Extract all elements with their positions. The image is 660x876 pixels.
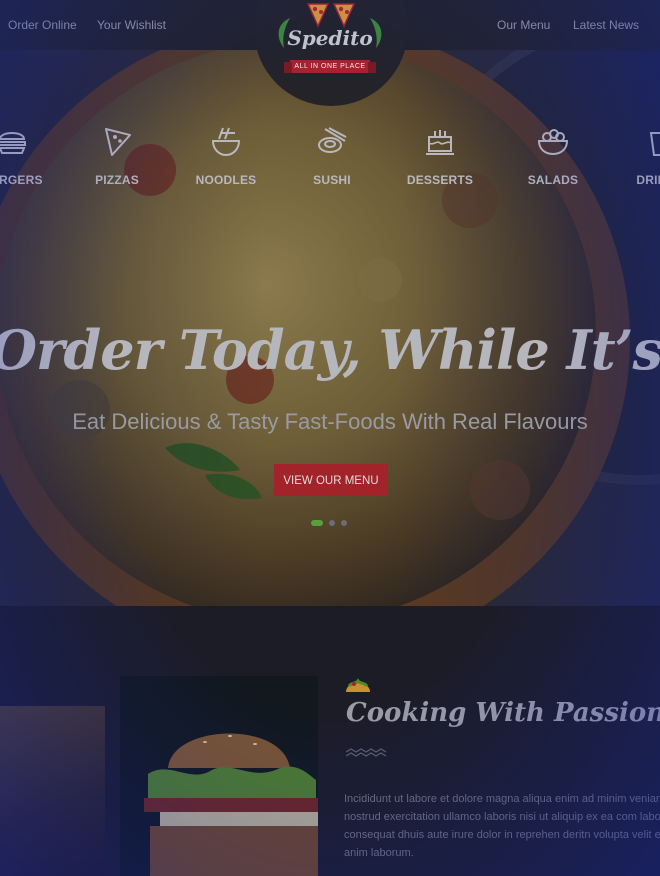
section-title: Cooking With Passion	[346, 698, 660, 728]
category-label: SALADS	[527, 173, 579, 187]
category-label: NOODLES	[195, 173, 257, 187]
category-desserts[interactable]: DESSERTS	[395, 125, 485, 187]
burger-illustration	[120, 676, 318, 876]
paragraph-line: nostrud exercitation ullamco laboris nis…	[344, 811, 660, 823]
category-sushi[interactable]: SUSHI	[287, 125, 377, 187]
category-pizzas[interactable]: PIZZAS	[72, 125, 162, 187]
salad-bowl-icon	[537, 129, 569, 156]
paragraph-line: anim laborum.	[344, 847, 414, 859]
category-label: BURGERS	[0, 173, 43, 187]
section-paragraph: Incididunt ut labore et dolore magna ali…	[344, 790, 660, 862]
category-salads[interactable]: SALADS	[508, 125, 598, 187]
category-drinks[interactable]: DRINKS	[615, 125, 660, 187]
about-section: Cooking With Passion Incididunt ut labor…	[0, 606, 660, 876]
noodles-bowl-icon	[211, 127, 241, 157]
burger-icon	[0, 132, 26, 154]
view-menu-button[interactable]: VIEW OUR MENU	[274, 464, 388, 496]
slider-pagination	[311, 514, 353, 526]
nav-link-wishlist[interactable]: Your Wishlist	[97, 18, 166, 32]
hero-subtitle: Eat Delicious & Tasty Fast-Foods With Re…	[72, 409, 588, 434]
pizza-logo-icon	[306, 3, 356, 28]
slider-dot-active[interactable]	[311, 519, 323, 526]
paragraph-line: Incididunt ut labore et dolore magna ali…	[344, 793, 660, 805]
category-label: PIZZAS	[95, 173, 139, 187]
sushi-icon	[318, 127, 347, 153]
category-burgers[interactable]: BURGERS	[0, 125, 57, 187]
side-food-photo	[0, 706, 105, 876]
hero-slider: BURGERS PIZZAS NOODLES SUSHI DESSERTS	[0, 50, 660, 606]
divider-squiggle	[346, 748, 387, 757]
nav-link-our-menu[interactable]: Our Menu	[497, 18, 550, 32]
drink-cup-icon	[649, 132, 660, 156]
logo-tagline: ALL IN ONE PLACE	[284, 60, 376, 73]
hero-title: Order Today, While It’s Hot	[0, 318, 660, 382]
nav-link-latest-news[interactable]: Latest News	[573, 18, 639, 32]
paragraph-line: consequat dhuis aute irure dolor in repr…	[344, 829, 660, 841]
category-label: SUSHI	[313, 173, 351, 187]
cake-icon	[426, 130, 454, 155]
category-label: DESSERTS	[406, 173, 474, 187]
pizza-slice-icon	[105, 128, 131, 156]
category-noodles[interactable]: NOODLES	[181, 125, 271, 187]
burger-photo	[120, 676, 318, 876]
category-label: DRINKS	[636, 173, 660, 187]
nav-link-order-online[interactable]: Order Online	[8, 18, 77, 32]
taco-icon	[346, 678, 370, 692]
slider-dot[interactable]	[341, 519, 347, 526]
logo-name: Spedito	[287, 26, 373, 50]
slider-dot[interactable]	[329, 519, 335, 526]
